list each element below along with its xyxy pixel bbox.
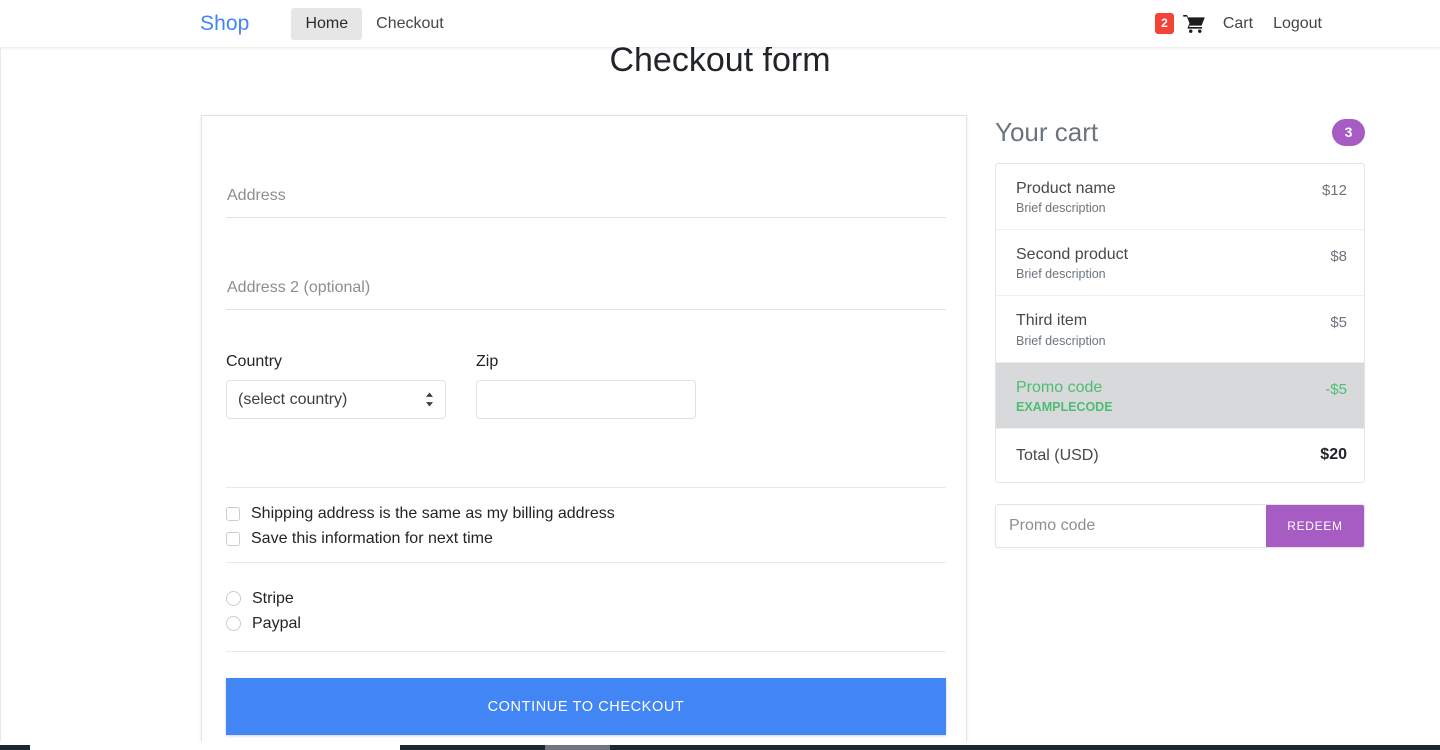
form-divider-middle (226, 562, 946, 563)
cart-promo-name: Promo code (1016, 378, 1103, 396)
horizontal-scrollbar[interactable] (0, 741, 1440, 750)
radio-row-stripe[interactable]: Stripe (226, 586, 301, 611)
checkbox-row-save-info[interactable]: Save this information for next time (226, 526, 615, 551)
cart-items-list: Product name Brief description $12 Secon… (995, 163, 1365, 483)
nav-link-logout[interactable]: Logout (1263, 8, 1332, 40)
cart-promo-row: Promo code EXAMPLECODE -$5 (996, 362, 1364, 429)
zip-label: Zip (476, 353, 499, 370)
cart-item-name: Product name (1016, 180, 1116, 197)
cart-header: Your cart 3 (995, 110, 1365, 154)
radio-paypal[interactable] (226, 616, 241, 631)
cart-count-badge: 2 (1155, 13, 1174, 34)
cart-item-row: Product name Brief description $12 (996, 164, 1364, 231)
cart-item-name: Second product (1016, 246, 1129, 264)
cart-total-value: $20 (1320, 445, 1347, 463)
radio-stripe[interactable] (226, 591, 241, 606)
form-divider-top (226, 487, 946, 488)
zip-input[interactable] (476, 380, 696, 419)
cart-item-count-badge: 3 (1332, 118, 1365, 146)
address-input[interactable] (226, 174, 946, 218)
page-container: Checkout form Shop Home Checkout 2 Cart … (0, 0, 1440, 750)
checkbox-group: Shipping address is the same as my billi… (226, 501, 615, 551)
cart-item-info: Product name Brief description (1016, 179, 1116, 215)
cart-item-price: $8 (1330, 248, 1347, 266)
checkbox-label-save-info: Save this information for next time (251, 529, 493, 547)
country-select-wrapper: (select country) (226, 380, 446, 419)
scrollbar-thumb[interactable] (545, 745, 610, 750)
address2-input[interactable] (226, 266, 946, 310)
cart-item-name: Third item (1016, 312, 1088, 330)
shopping-cart-icon[interactable] (1183, 14, 1205, 33)
payment-method-group: Stripe Paypal (226, 586, 301, 636)
country-field-group: Country (select country) (226, 353, 446, 419)
nav-link-checkout[interactable]: Checkout (362, 8, 458, 40)
cart-promo-info: Promo code EXAMPLECODE (1016, 378, 1113, 414)
cart-item-price: $5 (1330, 314, 1347, 332)
redeem-button[interactable]: Redeem (1266, 504, 1364, 547)
checkbox-row-shipping-same[interactable]: Shipping address is the same as my billi… (226, 501, 615, 526)
cart-item-row: Second product Brief description $8 (996, 230, 1364, 297)
nav-link-home[interactable]: Home (291, 7, 363, 40)
continue-to-checkout-button[interactable]: Continue to checkout (226, 678, 946, 735)
checkbox-shipping-same[interactable] (226, 506, 240, 521)
checkout-form-card: Country (select country) Zip (201, 115, 967, 745)
cart-promo-discount: -$5 (1325, 380, 1347, 398)
cart-item-description: Brief description (1016, 333, 1106, 348)
country-select[interactable]: (select country) (226, 380, 446, 419)
navbar-right-group: 2 Cart Logout (1155, 8, 1332, 40)
radio-row-paypal[interactable]: Paypal (226, 611, 301, 636)
cart-sidebar: Your cart 3 Product name Brief descripti… (995, 110, 1365, 548)
cart-promo-code: EXAMPLECODE (1016, 399, 1113, 414)
brand-logo[interactable]: Shop (200, 12, 249, 36)
checkbox-label-shipping-same: Shipping address is the same as my billi… (251, 504, 615, 522)
viewport-left-edge (0, 47, 1, 745)
cart-item-price: $12 (1321, 182, 1347, 199)
scrollbar-track-left[interactable] (0, 745, 30, 750)
cart-total-row: Total (USD) $20 (996, 429, 1364, 482)
checkbox-save-info[interactable] (226, 531, 240, 546)
promo-code-input[interactable] (996, 504, 1266, 547)
form-divider-bottom (226, 651, 946, 652)
cart-item-description: Brief description (1016, 201, 1106, 216)
zip-field-group: Zip (476, 353, 696, 419)
cart-total-label: Total (USD) (1016, 446, 1099, 464)
radio-label-stripe: Stripe (252, 589, 294, 607)
cart-item-description: Brief description (1016, 267, 1106, 282)
cart-title: Your cart (995, 116, 1099, 147)
cart-item-row: Third item Brief description $5 (996, 296, 1364, 363)
cart-item-info: Second product Brief description (1016, 245, 1128, 281)
navbar: Shop Home Checkout 2 Cart Logout (0, 0, 1440, 47)
nav-link-cart[interactable]: Cart (1213, 8, 1263, 40)
cart-item-info: Third item Brief description (1016, 311, 1106, 347)
country-label: Country (226, 353, 283, 370)
radio-label-paypal: Paypal (252, 614, 301, 632)
promo-code-form: Redeem (995, 503, 1365, 548)
navbar-left-group: Shop Home Checkout (200, 7, 458, 40)
